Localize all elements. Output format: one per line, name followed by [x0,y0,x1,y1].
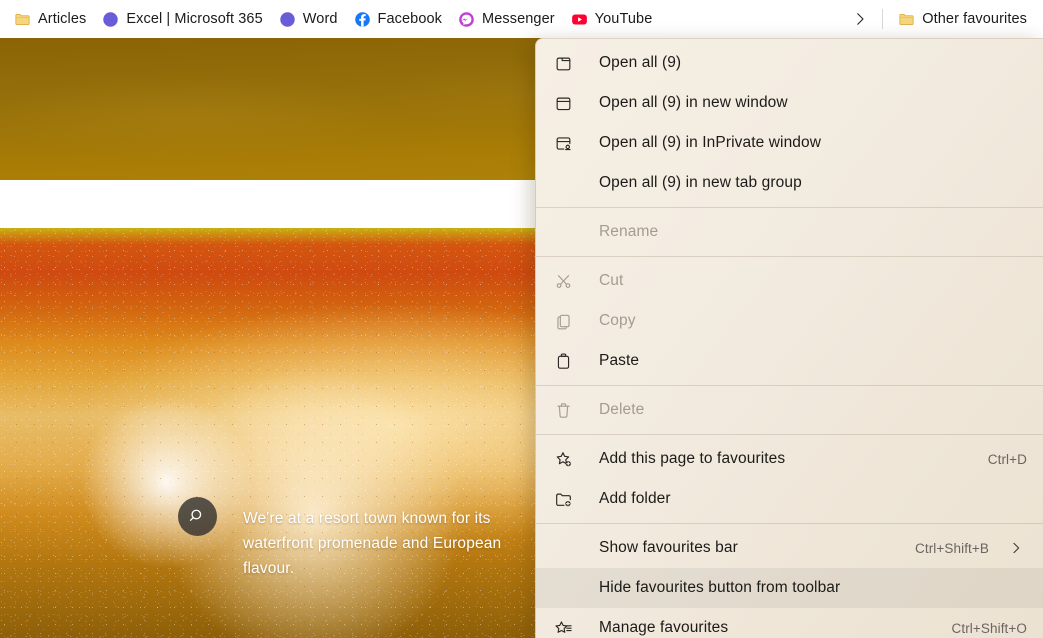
favourite-item-messenger[interactable]: Messenger [450,5,563,33]
menu-item-add-this-page-to-favourites[interactable]: Add this page to favourites Ctrl+D [536,439,1043,479]
menu-item-label: Paste [599,352,639,370]
star-plus-icon [552,448,574,470]
menu-item-paste[interactable]: Paste [536,341,1043,381]
menu-item-hide-favourites-button-from-toolbar[interactable]: Hide favourites button from toolbar [536,568,1043,608]
menu-item-label: Rename [599,223,658,241]
submenu-chevron-icon [1005,540,1027,556]
menu-item-label: Open all (9) [599,54,681,72]
trash-icon [552,399,574,421]
favourite-item-youtube[interactable]: YouTube [563,5,661,33]
hero-caption: We're at a resort town known for its wat… [243,506,543,581]
favourite-item-label: Word [303,11,338,27]
menu-item-open-all-9-in-new-tab-group[interactable]: Open all (9) in new tab group [536,163,1043,203]
menu-item-open-all-9-in-new-window[interactable]: Open all (9) in new window [536,83,1043,123]
menu-item-shortcut: Ctrl+Shift+B [915,541,989,556]
favourite-item-word[interactable]: Word [271,5,346,33]
favourites-context-menu: Open all (9) Open all (9) in new window Op… [535,38,1043,638]
new-window-icon [552,92,574,114]
menu-separator [536,207,1043,208]
menu-separator [536,523,1043,524]
favourite-item-articles[interactable]: Articles [6,5,94,33]
menu-item-label: Open all (9) in InPrivate window [599,134,821,152]
search-icon [188,507,207,526]
facebook-icon [354,11,371,28]
chevron-right-icon [851,10,869,28]
inprivate-icon [552,132,574,154]
menu-item-open-all-9[interactable]: Open all (9) [536,43,1043,83]
menu-item-label: Add this page to favourites [599,450,785,468]
menu-item-label: Delete [599,401,644,419]
menu-item-shortcut: Ctrl+Shift+O [952,621,1027,636]
favourites-bar-divider [882,9,883,29]
menu-separator [536,434,1043,435]
folder-icon [898,11,915,28]
clipboard-icon [552,350,574,372]
star-list-icon [552,617,574,638]
visual-search-button[interactable] [178,497,217,536]
copy-icon [552,310,574,332]
menu-item-label: Open all (9) in new tab group [599,174,802,192]
scissors-icon [552,270,574,292]
favourite-item-excel-microsoft-365[interactable]: Excel | Microsoft 365 [94,5,270,33]
favourite-item-label: Messenger [482,11,555,27]
menu-item-icon-placeholder [552,537,574,559]
youtube-icon [571,11,588,28]
folder-plus-icon [552,488,574,510]
favourite-item-label: Excel | Microsoft 365 [126,11,262,27]
menu-item-cut: Cut [536,261,1043,301]
menu-item-shortcut: Ctrl+D [988,452,1027,467]
menu-item-label: Open all (9) in new window [599,94,788,112]
menu-item-show-favourites-bar[interactable]: Show favourites bar Ctrl+Shift+B [536,528,1043,568]
microsoft365-icon [102,11,119,28]
menu-item-copy: Copy [536,301,1043,341]
menu-separator [536,256,1043,257]
menu-item-icon-placeholder [552,577,574,599]
favourite-item-label: YouTube [595,11,653,27]
menu-item-open-all-9-in-inprivate-window[interactable]: Open all (9) in InPrivate window [536,123,1043,163]
menu-item-label: Add folder [599,490,671,508]
menu-separator [536,385,1043,386]
menu-item-label: Copy [599,312,636,330]
menu-item-label: Manage favourites [599,619,728,637]
microsoft365-icon [279,11,296,28]
favourites-bar: Articles Excel | Microsoft 365 Word Faceboo… [0,0,1043,38]
favourite-item-label: Articles [38,11,86,27]
favourite-item-label: Other favourites [922,11,1027,27]
menu-item-label: Hide favourites button from toolbar [599,579,840,597]
messenger-icon [458,11,475,28]
menu-item-manage-favourites[interactable]: Manage favourites Ctrl+Shift+O [536,608,1043,638]
favourite-item-facebook[interactable]: Facebook [346,5,450,33]
menu-item-delete: Delete [536,390,1043,430]
menu-item-label: Show favourites bar [599,539,738,557]
menu-item-icon-placeholder [552,172,574,194]
menu-item-add-folder[interactable]: Add folder [536,479,1043,519]
menu-item-icon-placeholder [552,221,574,243]
open-tab-icon [552,52,574,74]
folder-icon [14,11,31,28]
favourite-item-label: Facebook [378,11,442,27]
favourite-item-other-favourites[interactable]: Other favourites [890,5,1035,33]
menu-item-label: Cut [599,272,623,290]
favourites-overflow-button[interactable] [845,5,875,33]
menu-item-rename: Rename [536,212,1043,252]
